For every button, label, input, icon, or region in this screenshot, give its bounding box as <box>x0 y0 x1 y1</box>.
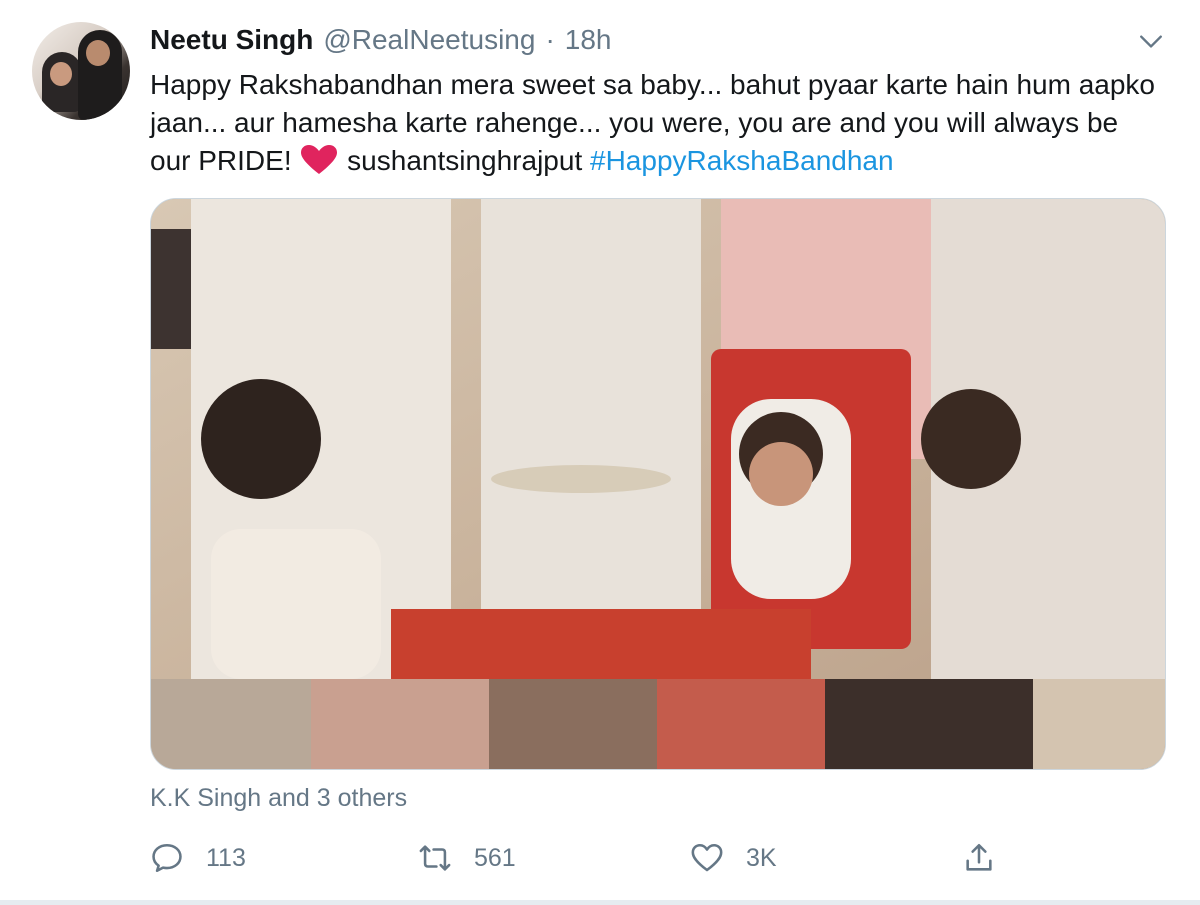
tweet-text: Happy Rakshabandhan mera sweet sa baby..… <box>150 66 1160 180</box>
photo-thumbnail <box>1033 679 1165 769</box>
photo-thumbnail <box>825 679 1033 769</box>
avatar[interactable] <box>32 22 130 120</box>
retweet-count: 561 <box>474 843 516 872</box>
chevron-down-icon[interactable] <box>1138 28 1164 54</box>
tweet-actions: 113 561 3K <box>150 836 1050 880</box>
retweet-button[interactable]: 561 <box>418 836 516 880</box>
author-name[interactable]: Neetu Singh <box>150 24 313 56</box>
tweet-photo[interactable] <box>150 198 1166 770</box>
like-button[interactable]: 3K <box>690 836 777 880</box>
tweet-timestamp[interactable]: 18h <box>565 24 612 56</box>
tweet-card[interactable]: Neetu Singh @RealNeetusing · 18h Happy R… <box>0 0 1200 905</box>
reply-count: 113 <box>206 843 246 872</box>
reply-button[interactable]: 113 <box>150 836 246 880</box>
liked-by-text[interactable]: K.K Singh and 3 others <box>150 784 407 813</box>
photo-thumbnail <box>657 679 825 769</box>
share-button[interactable] <box>962 836 996 880</box>
photo-thumbnail <box>311 679 489 769</box>
divider <box>0 900 1200 905</box>
red-heart-icon <box>301 145 338 174</box>
photo-thumbnail <box>489 679 657 769</box>
share-icon <box>966 843 992 871</box>
hashtag-link[interactable]: #HappyRakshaBandhan <box>590 145 894 176</box>
photo-thumbnail-strip <box>151 679 1165 769</box>
like-count: 3K <box>746 843 777 872</box>
mention-link[interactable]: sushantsinghrajput <box>347 145 582 176</box>
author-handle[interactable]: @RealNeetusing <box>323 24 535 56</box>
heart-icon <box>691 843 723 872</box>
avatar-figure <box>50 62 72 86</box>
photo-thumbnail <box>151 679 311 769</box>
reply-icon <box>152 843 182 873</box>
tweet-header: Neetu Singh @RealNeetusing · 18h <box>150 24 611 60</box>
retweet-icon <box>419 845 451 871</box>
avatar-figure <box>86 40 110 66</box>
separator-dot: · <box>545 24 555 55</box>
